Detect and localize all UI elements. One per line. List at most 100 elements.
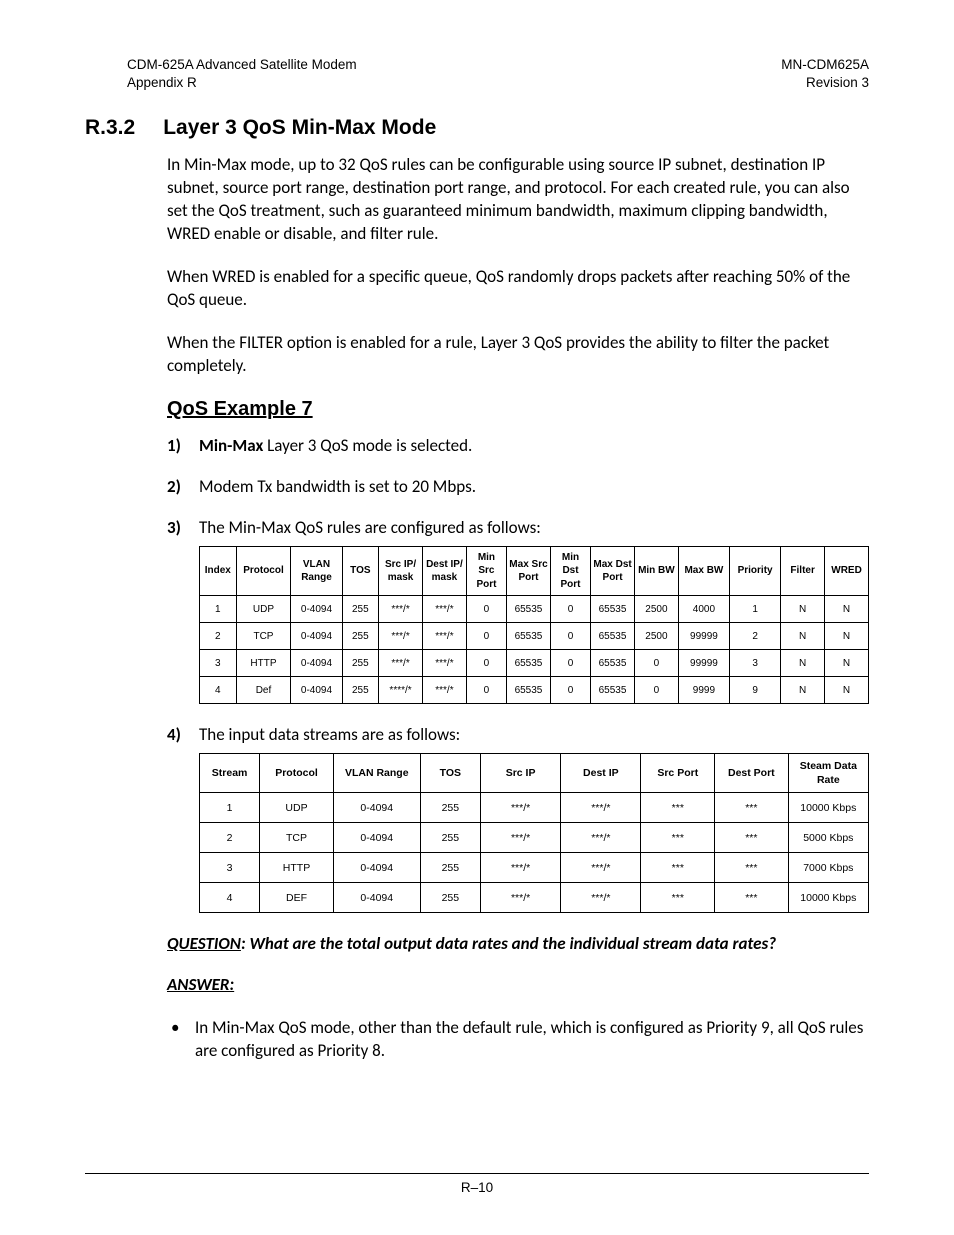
cell: Def	[236, 677, 291, 704]
col-header: Index	[200, 546, 237, 596]
step-bold: Min-Max	[199, 435, 263, 456]
cell: N	[825, 677, 869, 704]
paragraph: In Min-Max mode, up to 32 QoS rules can …	[167, 154, 869, 246]
table-row: 1UDP0-4094255***/****/*06553506553525004…	[200, 596, 869, 623]
col-header: Src IP/ mask	[379, 546, 423, 596]
cell: 4000	[678, 596, 729, 623]
cell: 0	[466, 650, 506, 677]
cell: 7000 Kbps	[788, 853, 868, 883]
cell: N	[781, 623, 825, 650]
body: In Min-Max mode, up to 32 QoS rules can …	[167, 154, 869, 1077]
cell: ****/*	[379, 677, 423, 704]
cell: ***/*	[480, 883, 560, 913]
bullet-item: In Min-Max QoS mode, other than the defa…	[167, 1017, 869, 1063]
qa-block: QUESTION: What are the total output data…	[167, 933, 869, 995]
cell: 255	[342, 650, 379, 677]
step-item: The input data streams are as follows: S…	[167, 724, 869, 913]
cell: 65535	[507, 596, 551, 623]
cell: 0-4094	[333, 853, 420, 883]
steps-list: Min-Max Layer 3 QoS mode is selected. Mo…	[167, 435, 869, 913]
cell: ***	[715, 793, 789, 823]
step-item: Min-Max Layer 3 QoS mode is selected.	[167, 435, 869, 458]
cell: ***/*	[561, 853, 641, 883]
cell: 1	[200, 793, 260, 823]
header-left: CDM-625A Advanced Satellite Modem Append…	[127, 56, 357, 92]
step-text: Modem Tx bandwidth is set to 20 Mbps.	[199, 476, 476, 497]
question-label: QUESTION	[167, 933, 241, 954]
cell: TCP	[236, 623, 291, 650]
answer-bullets: In Min-Max QoS mode, other than the defa…	[167, 1017, 869, 1063]
cell: 0	[550, 596, 590, 623]
cell: 255	[420, 883, 480, 913]
cell: 3	[200, 650, 237, 677]
cell: ***/*	[379, 650, 423, 677]
cell: HTTP	[260, 853, 334, 883]
header-product: CDM-625A Advanced Satellite Modem	[127, 57, 357, 72]
cell: 2500	[634, 623, 678, 650]
col-header: Min Src Port	[466, 546, 506, 596]
col-header: Min Dst Port	[550, 546, 590, 596]
table-row: 1UDP0-4094255***/****/*******10000 Kbps	[200, 793, 869, 823]
cell: N	[825, 623, 869, 650]
cell: 255	[342, 677, 379, 704]
cell: ***/*	[379, 623, 423, 650]
col-header: Src Port	[641, 754, 715, 793]
table-row: 4DEF0-4094255***/****/*******10000 Kbps	[200, 883, 869, 913]
cell: 0	[550, 677, 590, 704]
cell: 0-4094	[333, 883, 420, 913]
table-row: 4Def0-4094255****/****/*0655350655350999…	[200, 677, 869, 704]
cell: 0	[466, 596, 506, 623]
cell: 3	[730, 650, 781, 677]
input-streams-table: Stream Protocol VLAN Range TOS Src IP De…	[199, 753, 869, 913]
header-appendix: Appendix R	[127, 75, 197, 90]
cell: UDP	[260, 793, 334, 823]
question-text: : What are the total output data rates a…	[241, 933, 776, 954]
cell: 9	[730, 677, 781, 704]
header-right: MN-CDM625A Revision 3	[781, 56, 869, 92]
cell: ***/*	[561, 823, 641, 853]
page-footer: R–10	[85, 1173, 869, 1195]
cell: N	[781, 677, 825, 704]
header-revision: Revision 3	[806, 75, 869, 90]
table-row: 2TCP0-4094255***/****/*******5000 Kbps	[200, 823, 869, 853]
cell: 99999	[678, 623, 729, 650]
cell: 65535	[591, 677, 635, 704]
cell: 10000 Kbps	[788, 883, 868, 913]
col-header: WRED	[825, 546, 869, 596]
step-item: Modem Tx bandwidth is set to 20 Mbps.	[167, 476, 869, 499]
cell: 65535	[591, 623, 635, 650]
cell: ***	[641, 793, 715, 823]
table-header-row: Stream Protocol VLAN Range TOS Src IP De…	[200, 754, 869, 793]
cell: 5000 Kbps	[788, 823, 868, 853]
col-header: Stream	[200, 754, 260, 793]
paragraph: When the FILTER option is enabled for a …	[167, 332, 869, 378]
cell: 0-4094	[291, 677, 342, 704]
cell: ***/*	[422, 650, 466, 677]
cell: ***/*	[561, 883, 641, 913]
col-header: Dest Port	[715, 754, 789, 793]
page: CDM-625A Advanced Satellite Modem Append…	[0, 0, 954, 1235]
cell: ***/*	[480, 853, 560, 883]
answer-label: ANSWER:	[167, 974, 869, 995]
section-title: Layer 3 QoS Min-Max Mode	[163, 116, 436, 139]
cell: ***/*	[422, 596, 466, 623]
cell: ***/*	[561, 793, 641, 823]
cell: 0-4094	[291, 650, 342, 677]
qos-rules-table: Index Protocol VLAN Range TOS Src IP/ ma…	[199, 546, 869, 705]
page-number: R–10	[461, 1180, 493, 1195]
cell: 2	[730, 623, 781, 650]
col-header: Dest IP	[561, 754, 641, 793]
col-header: Max Dst Port	[591, 546, 635, 596]
step-text: The input data streams are as follows:	[199, 724, 460, 745]
cell: UDP	[236, 596, 291, 623]
cell: 65535	[591, 596, 635, 623]
cell: 0-4094	[291, 596, 342, 623]
cell: 0	[550, 623, 590, 650]
cell: 4	[200, 677, 237, 704]
col-header: Max Src Port	[507, 546, 551, 596]
col-header: TOS	[342, 546, 379, 596]
cell: 2	[200, 823, 260, 853]
cell: 9999	[678, 677, 729, 704]
col-header: Priority	[730, 546, 781, 596]
paragraph: When WRED is enabled for a specific queu…	[167, 266, 869, 312]
